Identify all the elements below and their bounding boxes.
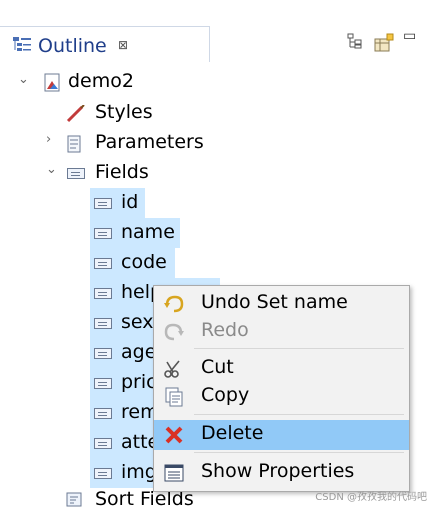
tree-node-label: code (121, 251, 167, 273)
tree-node-label: pric (121, 371, 157, 393)
tree-node-label: id (121, 191, 139, 213)
tree-node-label: age (121, 341, 157, 363)
menu-item-copy[interactable]: Copy (154, 382, 409, 412)
delete-icon (165, 426, 183, 444)
tree-node-styles[interactable]: Styles (0, 98, 435, 128)
menu-item-cut[interactable]: Cut (154, 354, 409, 384)
tree-node-fields[interactable]: ⌄ Fields (0, 158, 435, 188)
field-icon (94, 228, 112, 239)
expand-toggle-icon[interactable]: ⌄ (18, 72, 29, 87)
menu-separator (194, 414, 404, 415)
field-icon (94, 468, 112, 479)
undo-icon (164, 295, 184, 313)
tree-node-label: Parameters (95, 131, 204, 153)
close-tab-icon[interactable]: ⊠ (118, 38, 128, 52)
menu-item-delete[interactable]: Delete (154, 420, 409, 450)
tree-node-field[interactable]: code (0, 248, 435, 278)
sort-fields-icon (66, 492, 82, 507)
menu-item-label: Cut (201, 356, 234, 378)
tree-node-label: demo2 (68, 70, 134, 92)
tree-node-label: name (121, 221, 175, 243)
report-icon (44, 73, 60, 92)
tree-node-parameters[interactable]: › Parameters (0, 128, 435, 158)
menu-separator (194, 452, 404, 453)
field-icon (94, 348, 112, 359)
tree-node-label: Styles (95, 101, 153, 123)
tree-node-label: img (121, 461, 157, 483)
menu-item-label: Copy (201, 384, 250, 406)
tree-node-demo2[interactable]: ⌄ demo2 (0, 68, 435, 98)
expand-toggle-icon[interactable]: ⌄ (46, 162, 57, 177)
field-icon (94, 288, 112, 299)
copy-icon (165, 387, 183, 407)
context-menu: Undo Set name Redo Cut Copy Delete Show … (153, 285, 410, 492)
redo-icon (164, 323, 184, 341)
menu-item-undo[interactable]: Undo Set name (154, 289, 409, 319)
menu-separator (194, 348, 404, 349)
field-icon (94, 438, 112, 449)
collapse-toggle-icon[interactable]: › (46, 132, 51, 147)
outline-view-icon (13, 37, 31, 51)
cut-icon (164, 360, 180, 378)
tree-node-field[interactable]: name (0, 218, 435, 248)
tree-node-field[interactable]: id (0, 188, 435, 218)
view-header: Outline ⊠ ▭ (0, 0, 435, 63)
fields-icon (67, 168, 85, 179)
new-item-icon[interactable] (373, 33, 395, 53)
field-icon (94, 258, 112, 269)
minimize-icon[interactable]: ▭ (403, 28, 416, 44)
menu-item-show-properties[interactable]: Show Properties (154, 458, 409, 488)
tree-node-label: sex (121, 311, 154, 333)
menu-item-label: Redo (201, 319, 249, 341)
menu-item-label: Show Properties (201, 460, 355, 482)
tree-node-label: Fields (95, 161, 149, 183)
collapse-all-icon[interactable] (347, 33, 363, 49)
menu-item-label: Delete (201, 422, 264, 444)
menu-item-redo: Redo (154, 317, 409, 347)
brush-icon (66, 105, 85, 123)
menu-item-label: Undo Set name (201, 291, 348, 313)
watermark: CSDN @孜孜我的代码吧 (315, 492, 427, 503)
field-icon (94, 378, 112, 389)
field-icon (94, 408, 112, 419)
field-icon (94, 318, 112, 329)
parameters-icon (67, 135, 81, 153)
properties-icon (164, 464, 184, 482)
outline-tab-title: Outline (38, 35, 107, 57)
field-icon (94, 198, 112, 209)
